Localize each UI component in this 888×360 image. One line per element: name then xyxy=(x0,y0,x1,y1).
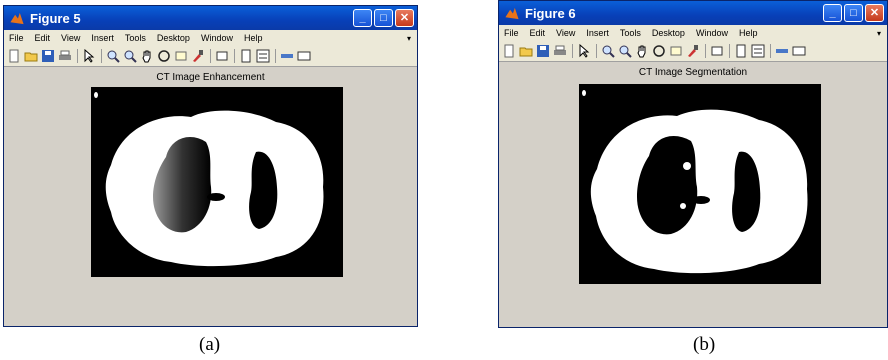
figure-toolbar xyxy=(499,41,887,62)
close-button[interactable]: ✕ xyxy=(865,4,884,22)
menu-bar: File Edit View Insert Tools Desktop Wind… xyxy=(4,30,417,46)
figure-toolbar xyxy=(4,46,417,67)
menu-edit[interactable]: Edit xyxy=(530,28,546,38)
menu-view[interactable]: View xyxy=(556,28,575,38)
toolbar-separator xyxy=(596,44,597,58)
close-button[interactable]: ✕ xyxy=(395,9,414,27)
menu-overflow-icon[interactable]: ▾ xyxy=(877,29,881,38)
matlab-icon xyxy=(505,7,519,19)
menu-file[interactable]: File xyxy=(9,33,24,43)
rotate-3d-icon[interactable] xyxy=(157,49,171,63)
link-icon[interactable] xyxy=(215,49,229,63)
figure-5-window: Figure 5 _ □ ✕ File Edit View Insert Too… xyxy=(3,5,418,327)
menu-help[interactable]: Help xyxy=(244,33,263,43)
matlab-icon xyxy=(10,12,24,24)
legend-icon[interactable] xyxy=(256,49,270,63)
show-plot-tools-icon[interactable] xyxy=(792,44,806,58)
open-icon[interactable] xyxy=(24,49,38,63)
minimize-button[interactable]: _ xyxy=(823,4,842,22)
ct-enhanced-image xyxy=(94,92,324,267)
maximize-button[interactable]: □ xyxy=(844,4,863,22)
pointer-icon[interactable] xyxy=(577,44,591,58)
link-icon[interactable] xyxy=(710,44,724,58)
zoom-out-icon[interactable] xyxy=(123,49,137,63)
toolbar-separator xyxy=(572,44,573,58)
brush-icon[interactable] xyxy=(686,44,700,58)
minimize-button[interactable]: _ xyxy=(353,9,372,27)
menu-overflow-icon[interactable]: ▾ xyxy=(407,34,411,43)
window-title: Figure 5 xyxy=(30,10,81,26)
colorbar-icon[interactable] xyxy=(734,44,748,58)
menu-tools[interactable]: Tools xyxy=(125,33,146,43)
menu-tools[interactable]: Tools xyxy=(620,28,641,38)
toolbar-separator xyxy=(234,49,235,63)
menu-desktop[interactable]: Desktop xyxy=(652,28,685,38)
zoom-in-icon[interactable] xyxy=(601,44,615,58)
axes-title: CT Image Enhancement xyxy=(156,72,265,83)
title-bar[interactable]: Figure 5 _ □ ✕ xyxy=(4,6,417,30)
print-icon[interactable] xyxy=(58,49,72,63)
close-icon: ✕ xyxy=(869,6,880,19)
menu-window[interactable]: Window xyxy=(696,28,728,38)
pointer-icon[interactable] xyxy=(82,49,96,63)
menu-view[interactable]: View xyxy=(61,33,80,43)
caption-b: (b) xyxy=(693,334,716,355)
toolbar-separator xyxy=(705,44,706,58)
menu-desktop[interactable]: Desktop xyxy=(157,33,190,43)
menu-insert[interactable]: Insert xyxy=(91,33,114,43)
caption-a: (a) xyxy=(199,334,221,355)
colorbar-icon[interactable] xyxy=(239,49,253,63)
toolbar-separator xyxy=(275,49,276,63)
ct-image-enhancement xyxy=(91,87,343,277)
brush-icon[interactable] xyxy=(191,49,205,63)
ct-segmented-image xyxy=(582,90,808,274)
zoom-out-icon[interactable] xyxy=(618,44,632,58)
legend-icon[interactable] xyxy=(751,44,765,58)
show-plot-tools-icon[interactable] xyxy=(297,49,311,63)
data-cursor-icon[interactable] xyxy=(174,49,188,63)
print-icon[interactable] xyxy=(553,44,567,58)
title-bar[interactable]: Figure 6 _ □ ✕ xyxy=(499,1,887,25)
toolbar-separator xyxy=(210,49,211,63)
menu-help[interactable]: Help xyxy=(739,28,758,38)
window-title: Figure 6 xyxy=(525,5,576,21)
menu-window[interactable]: Window xyxy=(201,33,233,43)
hide-plot-tools-icon[interactable] xyxy=(280,49,294,63)
toolbar-separator xyxy=(729,44,730,58)
toolbar-separator xyxy=(101,49,102,63)
toolbar-separator xyxy=(770,44,771,58)
menu-bar: File Edit View Insert Tools Desktop Wind… xyxy=(499,25,887,41)
zoom-in-icon[interactable] xyxy=(106,49,120,63)
axes-title: CT Image Segmentation xyxy=(638,67,748,78)
maximize-icon: □ xyxy=(380,11,387,24)
figure-6-window: Figure 6 _ □ ✕ File Edit View Insert Too… xyxy=(498,0,888,328)
pan-icon[interactable] xyxy=(140,49,154,63)
toolbar-separator xyxy=(77,49,78,63)
minimize-icon: _ xyxy=(829,6,836,19)
ct-image-segmentation xyxy=(579,84,821,284)
new-figure-icon[interactable] xyxy=(502,44,516,58)
save-icon[interactable] xyxy=(41,49,55,63)
save-icon[interactable] xyxy=(536,44,550,58)
hide-plot-tools-icon[interactable] xyxy=(775,44,789,58)
minimize-icon: _ xyxy=(359,11,366,24)
maximize-icon: □ xyxy=(850,6,857,19)
data-cursor-icon[interactable] xyxy=(669,44,683,58)
menu-insert[interactable]: Insert xyxy=(586,28,609,38)
new-figure-icon[interactable] xyxy=(7,49,21,63)
menu-edit[interactable]: Edit xyxy=(35,33,51,43)
menu-file[interactable]: File xyxy=(504,28,519,38)
maximize-button[interactable]: □ xyxy=(374,9,393,27)
pan-icon[interactable] xyxy=(635,44,649,58)
rotate-3d-icon[interactable] xyxy=(652,44,666,58)
open-icon[interactable] xyxy=(519,44,533,58)
close-icon: ✕ xyxy=(399,11,410,24)
